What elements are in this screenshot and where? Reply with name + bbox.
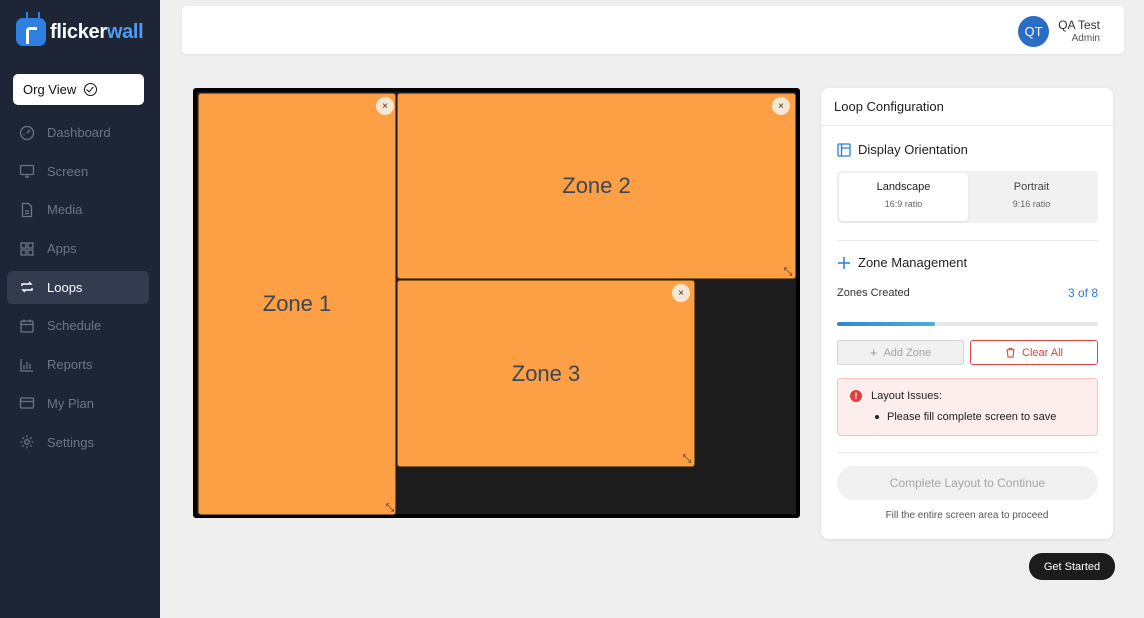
panel-title: Loop Configuration [834,99,944,114]
user-name: QA Test [1058,18,1100,32]
orientation-ratio: 16:9 ratio [884,199,923,209]
section-title: Zone Management [858,255,968,270]
brand-logo[interactable]: flickerwall [16,18,144,46]
alert-icon: ! [850,390,862,402]
layout-issues-title: Layout Issues: [871,390,942,402]
zone-3-resize-handle-icon[interactable]: ⤡ [681,453,693,465]
sidebar: flickerwall Org View Dashboard Screen Me… [0,0,160,618]
clear-all-button[interactable]: Clear All [970,340,1098,365]
sidebar-item-label: Loops [47,279,83,295]
file-icon [19,202,35,218]
calendar-icon [19,318,35,334]
clear-all-label: Clear All [1022,346,1063,359]
trash-icon [1006,347,1015,358]
zone-label: Zone 2 [562,173,631,198]
layout-issue-item: Please fill complete screen to save [875,411,1056,423]
orientation-toggle: Landscape 16:9 ratio Portrait 9:16 ratio [837,171,1098,223]
divider [821,125,1113,126]
add-zone-button[interactable]: + Add Zone [837,340,964,365]
sidebar-item-label: Dashboard [47,125,111,140]
zone-label: Zone 3 [511,360,581,386]
sidebar-item-my-plan[interactable]: My Plan [7,387,149,420]
plus-icon [838,256,850,269]
sidebar-item-label: Media [47,202,83,218]
zone-1-close-icon[interactable]: × [376,97,394,115]
zone-2-close-icon[interactable]: × [772,97,790,115]
orientation-portrait-option[interactable]: Portrait 9:16 ratio [967,173,1096,221]
complete-layout-button[interactable]: Complete Layout to Continue [837,466,1098,500]
sidebar-item-media[interactable]: Media [7,193,149,226]
display-orientation-heading: Display Orientation [837,142,968,157]
org-view-button[interactable]: Org View [13,74,144,105]
section-title: Display Orientation [858,142,968,157]
zone-3-close-icon[interactable]: × [672,284,690,302]
zone-1-resize-handle-icon[interactable]: ⤡ [384,502,396,514]
layout-icon [837,142,851,157]
sidebar-item-label: Settings [47,434,94,450]
sidebar-item-reports[interactable]: Reports [7,348,149,381]
sidebar-item-label: Schedule [47,318,102,334]
layout-canvas[interactable]: Zone 1 × ⤡ Zone 2 × ⤡ Zone 3 × ⤡ [193,88,800,518]
flickerwall-logo-icon [16,18,46,46]
layout-issues-alert: ! Layout Issues: Please fill complete sc… [837,378,1098,436]
orientation-name: Portrait [1013,181,1050,193]
plus-icon: + [869,345,878,360]
sidebar-item-settings[interactable]: Settings [7,426,149,459]
zone-1[interactable]: Zone 1 × ⤡ [198,93,396,515]
org-view-label: Org View [23,82,77,97]
avatar[interactable]: QT [1018,16,1049,47]
get-started-button[interactable]: Get Started [1029,553,1115,580]
gear-icon [19,434,35,450]
zone-2[interactable]: Zone 2 × ⤡ [397,93,796,279]
layout-issues-heading: ! Layout Issues: [850,390,942,402]
bullet-icon [875,415,879,419]
add-zone-label: Add Zone [883,346,932,359]
zones-progress-fill [837,322,935,326]
zones-created-count: 3 of 8 [1067,286,1098,300]
sidebar-nav: Dashboard Screen Media Apps Loops Schedu… [7,116,149,464]
user-role: Admin [1071,33,1100,44]
zone-2-resize-handle-icon[interactable]: ⤡ [782,266,794,278]
zone-label: Zone 1 [262,291,332,316]
orientation-ratio: 9:16 ratio [1012,199,1051,209]
sidebar-item-dashboard[interactable]: Dashboard [7,116,149,149]
monitor-icon [19,163,35,179]
grid-icon [19,241,35,257]
check-circle-icon [84,83,98,96]
sidebar-item-label: Apps [47,241,77,257]
zones-created-label: Zones Created [837,287,910,299]
sidebar-item-screen[interactable]: Screen [7,155,149,188]
complete-layout-hint: Fill the entire screen area to proceed [885,510,1049,521]
loop-configuration-panel: Loop Configuration Display Orientation L… [821,88,1113,539]
orientation-name: Landscape [876,181,931,193]
zone-3[interactable]: Zone 3 × ⤡ [397,280,695,467]
dashboard-icon [19,125,35,141]
sidebar-item-loops[interactable]: Loops [7,270,149,304]
brand-name-part1: flicker [50,20,107,43]
loop-icon [19,279,35,295]
sidebar-item-apps[interactable]: Apps [7,232,149,265]
sidebar-item-label: Screen [47,163,89,179]
top-bar: QT QA Test Admin [182,6,1124,54]
brand-name: flickerwall [50,20,144,44]
zone-management-heading: Zone Management [837,255,967,270]
divider [837,452,1098,453]
zones-progress-bar [837,322,1098,326]
bar-chart-icon [19,357,35,373]
sidebar-item-label: My Plan [47,395,94,411]
credit-card-icon [19,395,35,411]
layout-issue-text: Please fill complete screen to save [887,411,1057,423]
sidebar-item-label: Reports [47,357,93,373]
orientation-landscape-option[interactable]: Landscape 16:9 ratio [839,173,968,221]
sidebar-item-schedule[interactable]: Schedule [7,309,149,342]
divider [837,240,1098,241]
brand-name-part2: wall [106,20,144,43]
